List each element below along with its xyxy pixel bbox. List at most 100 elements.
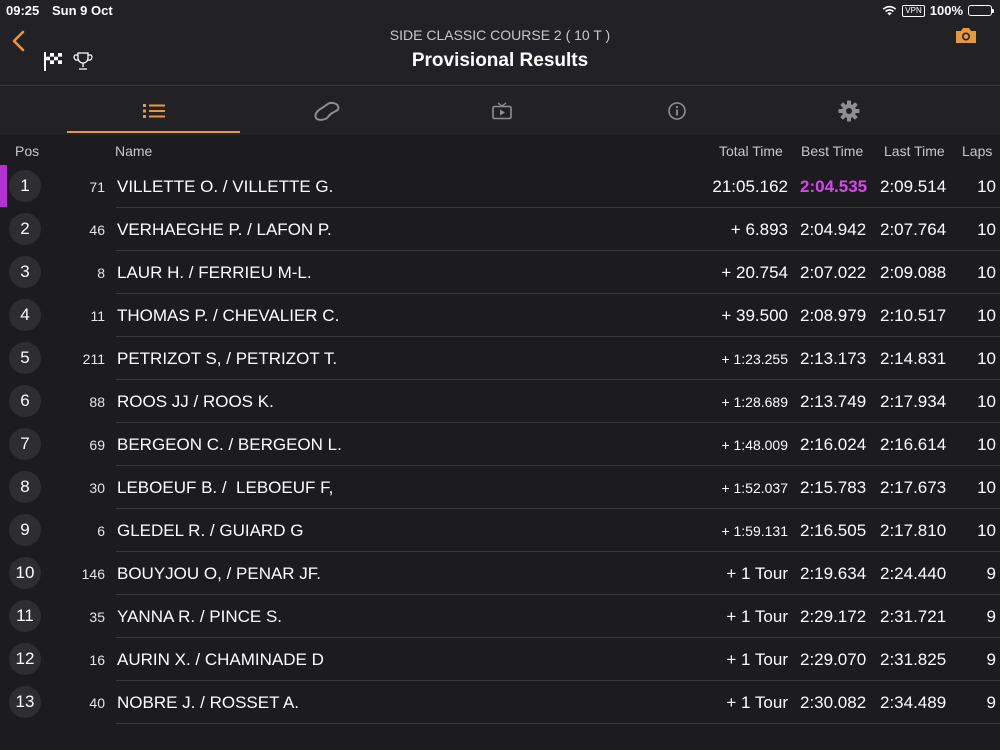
rider-number: 40 <box>89 695 105 711</box>
best-time: 2:04.942 <box>800 220 867 239</box>
table-row[interactable]: 5 211 PETRIZOT S, / PETRIZOT T. + 1:23.255 2… <box>0 337 1000 380</box>
table-row[interactable]: 10 146 BOUYJOU O, / PENAR JF. + 1 Tour 2:19.… <box>0 552 1000 595</box>
best-time: 2:29.172 <box>800 607 867 626</box>
position-badge: 13 <box>9 686 41 718</box>
status-date: Sun 9 Oct <box>52 3 113 18</box>
last-time: 2:09.514 <box>880 177 947 196</box>
rider-number: 71 <box>89 179 105 195</box>
last-time: 2:07.764 <box>880 220 947 239</box>
col-pos: Pos <box>15 143 40 159</box>
rider-name: YANNA R. / PINCE S. <box>117 607 283 626</box>
position-badge: 12 <box>9 643 41 675</box>
list-icon <box>142 104 165 118</box>
laps-count: 9 <box>986 564 996 583</box>
best-time: 2:07.022 <box>800 263 867 282</box>
last-time: 2:31.721 <box>880 607 947 626</box>
best-time: 2:16.505 <box>800 521 867 540</box>
position-badge: 3 <box>9 256 41 288</box>
camera-button[interactable] <box>954 25 978 45</box>
rider-name: PETRIZOT S, / PETRIZOT T. <box>117 349 338 368</box>
status-right: VPN 100% <box>882 3 994 18</box>
leader-marker <box>0 165 7 207</box>
total-time: + 1:23.255 <box>721 351 788 367</box>
position-badge: 10 <box>9 557 41 589</box>
table-row[interactable]: 11 35 YANNA R. / PINCE S. + 1 Tour 2:29.172 2… <box>0 595 1000 638</box>
table-row[interactable]: 9 6 GLEDEL R. / GUIARD G + 1:59.131 2:16.505… <box>0 509 1000 552</box>
laps-count: 10 <box>977 478 996 497</box>
rider-name: NOBRE J. / ROSSET A. <box>117 693 300 712</box>
total-time: + 1:48.009 <box>721 437 788 453</box>
column-header: Pos Name Total Time Best Time Last Time … <box>0 137 1000 163</box>
wifi-icon <box>883 5 897 16</box>
best-time: 2:13.749 <box>800 392 867 411</box>
tab-bar <box>0 87 1000 135</box>
rider-name: AURIN X. / CHAMINADE D <box>117 650 324 669</box>
table-row[interactable]: 8 30 LEBOEUF B. / LEBOEUF F, + 1:52.037 2:15… <box>0 466 1000 509</box>
rider-name: BERGEON C. / BERGEON L. <box>117 435 342 454</box>
table-row[interactable]: 4 11 THOMAS P. / CHEVALIER C. + 39.500 2:08.… <box>0 294 1000 337</box>
rider-number: 35 <box>89 609 105 625</box>
table-row[interactable]: 7 69 BERGEON C. / BERGEON L. + 1:48.009 2:16… <box>0 423 1000 466</box>
rider-number: 46 <box>89 222 105 238</box>
position-badge: 1 <box>9 170 41 202</box>
info-icon <box>667 102 686 120</box>
laps-count: 10 <box>977 220 996 239</box>
page-title: Provisional Results <box>411 50 589 71</box>
best-time: 2:13.173 <box>800 349 867 368</box>
total-time: + 1 Tour <box>726 607 788 626</box>
rider-number: 146 <box>81 566 105 582</box>
status-bar: 09:25 Sun 9 Oct VPN 100% <box>0 0 1000 20</box>
last-time: 2:09.088 <box>880 263 947 282</box>
total-time: + 20.754 <box>721 263 788 282</box>
rider-number: 88 <box>89 394 105 410</box>
laps-count: 10 <box>977 263 996 282</box>
tab-settings[interactable] <box>762 87 935 135</box>
total-time: + 1:28.689 <box>721 394 788 410</box>
table-row[interactable]: 1 71 VILLETTE O. / VILLETTE G. 21:05.162 2:0… <box>0 165 1000 208</box>
tab-info[interactable] <box>590 87 763 135</box>
track-icon <box>314 101 339 121</box>
last-time: 2:16.614 <box>880 435 947 454</box>
best-time: 2:04.535 <box>800 177 868 196</box>
gear-icon <box>838 100 859 122</box>
rider-number: 211 <box>82 351 105 367</box>
laps-count: 10 <box>977 521 996 540</box>
table-row[interactable]: 6 88 ROOS JJ / ROOS K. + 1:28.689 2:13.749 2:… <box>0 380 1000 423</box>
best-time: 2:29.070 <box>800 650 867 669</box>
last-time: 2:17.810 <box>880 521 947 540</box>
tab-track[interactable] <box>240 87 413 135</box>
rider-name: GLEDEL R. / GUIARD G <box>117 521 304 540</box>
best-time: 2:15.783 <box>800 478 867 497</box>
total-time: + 1:59.131 <box>721 523 788 539</box>
best-time: 2:19.634 <box>800 564 867 583</box>
last-time: 2:17.934 <box>880 392 947 411</box>
rider-number: 16 <box>89 652 105 668</box>
col-best-time: Best Time <box>801 143 864 159</box>
table-row[interactable]: 12 16 AURIN X. / CHAMINADE D + 1 Tour 2:29.0… <box>0 638 1000 681</box>
position-badge: 4 <box>9 299 41 331</box>
rider-number: 11 <box>90 308 105 324</box>
battery-icon <box>968 5 994 16</box>
rider-number: 69 <box>89 437 105 453</box>
laps-count: 10 <box>977 349 996 368</box>
rider-name: THOMAS P. / CHEVALIER C. <box>117 306 340 325</box>
tab-tv[interactable] <box>415 87 588 135</box>
position-badge: 2 <box>9 213 41 245</box>
tab-results[interactable] <box>67 87 240 135</box>
table-row[interactable]: 2 46 VERHAEGHE P. / LAFON P. + 6.893 2:04.94… <box>0 208 1000 251</box>
last-time: 2:14.831 <box>880 349 947 368</box>
table-row[interactable]: 13 40 NOBRE J. / ROSSET A. + 1 Tour 2:30.082… <box>0 681 1000 724</box>
position-badge: 5 <box>9 342 41 374</box>
race-subtitle: SIDE CLASSIC COURSE 2 ( 10 T ) <box>389 27 611 43</box>
rider-number: 6 <box>97 523 105 539</box>
best-time: 2:16.024 <box>800 435 867 454</box>
best-time: 2:30.082 <box>800 693 867 712</box>
rider-name: BOUYJOU O, / PENAR JF. <box>117 564 322 583</box>
last-time: 2:31.825 <box>880 650 947 669</box>
table-row[interactable]: 3 8 LAUR H. / FERRIEU M-L. + 20.754 2:07.022… <box>0 251 1000 294</box>
header: SIDE CLASSIC COURSE 2 ( 10 T ) Provision… <box>0 20 1000 86</box>
rider-name: LEBOEUF B. / LEBOEUF F, <box>117 478 334 497</box>
row-divider <box>116 723 1000 724</box>
position-badge: 11 <box>9 600 41 632</box>
rider-name: ROOS JJ / ROOS K. <box>117 392 274 411</box>
